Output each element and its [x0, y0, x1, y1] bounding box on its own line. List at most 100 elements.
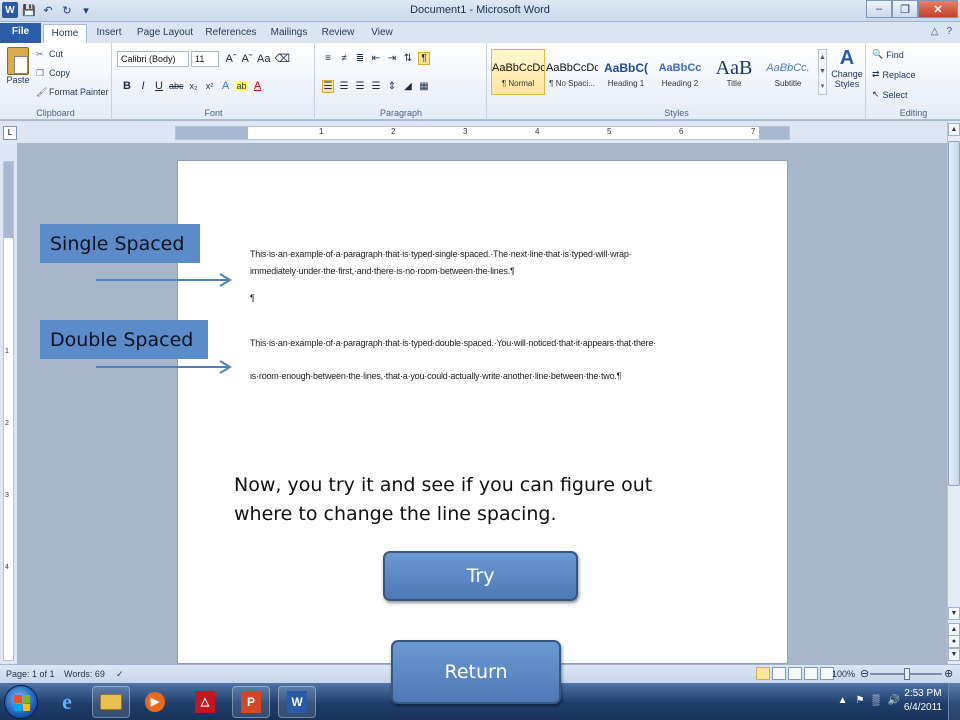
media-player-icon[interactable]: ▶	[136, 686, 174, 718]
italic-icon[interactable]: I	[137, 80, 149, 92]
select-button[interactable]: ↖ Select	[872, 89, 908, 100]
sort-icon[interactable]: ⇅	[402, 53, 414, 64]
zoom-level[interactable]: 100%	[832, 669, 855, 679]
font-family-select[interactable]: Calibri (Body)	[117, 51, 189, 67]
powerpoint-icon[interactable]: P	[232, 686, 270, 718]
tab-page-layout[interactable]: Page Layout	[132, 24, 198, 43]
bold-icon[interactable]: B	[121, 80, 133, 92]
tab-home[interactable]: Home	[43, 24, 87, 43]
copy-icon: ❐	[36, 68, 45, 78]
text-effects-icon[interactable]: A	[220, 80, 232, 92]
underline-icon[interactable]: U	[153, 80, 165, 92]
style-no-spacing[interactable]: AaBbCcDc ¶ No Spaci...	[545, 49, 599, 95]
word-count[interactable]: Words: 69	[64, 669, 105, 679]
cut-button[interactable]: ✂ Cut	[36, 49, 63, 59]
scroll-thumb[interactable]	[948, 141, 960, 486]
style-title[interactable]: AaB Title	[707, 49, 761, 95]
tab-mailings[interactable]: Mailings	[264, 24, 314, 43]
replace-button[interactable]: ⇄ Replace	[872, 69, 916, 80]
tab-review[interactable]: Review	[316, 24, 360, 43]
multilevel-list-icon[interactable]: ≣	[354, 53, 366, 64]
volume-icon[interactable]: 🔊	[888, 695, 900, 706]
superscript-icon[interactable]: x²	[204, 81, 216, 91]
vertical-ruler[interactable]: 1 2 3 4	[0, 143, 17, 664]
word-taskbar-icon[interactable]: W	[278, 686, 316, 718]
taskbar-clock[interactable]: 2:53 PM 6/4/2011	[904, 687, 942, 715]
change-styles-button[interactable]: A Change Styles	[830, 47, 864, 89]
horizontal-ruler[interactable]: 1 2 3 4 5 6 7	[175, 126, 790, 140]
font-color-icon[interactable]: A	[252, 80, 264, 92]
more-icon[interactable]: ▾	[821, 82, 825, 90]
scroll-up-button[interactable]: ▲	[948, 123, 960, 136]
zoom-slider-thumb[interactable]	[904, 668, 910, 680]
return-button[interactable]: Return	[391, 640, 561, 704]
ribbon-minimize-icon[interactable]: △	[931, 26, 939, 37]
decrease-indent-icon[interactable]: ⇤	[370, 53, 382, 64]
page-count[interactable]: Page: 1 of 1	[6, 669, 55, 679]
shrink-font-icon[interactable]: Aˇ	[241, 53, 253, 65]
strikethrough-icon[interactable]: abc	[169, 81, 184, 91]
tab-insert[interactable]: Insert	[88, 24, 130, 43]
action-center-icon[interactable]: ⚑	[855, 695, 864, 706]
internet-explorer-icon[interactable]: e	[48, 686, 86, 718]
window-controls: – ❐ ✕	[866, 0, 958, 18]
minimize-button[interactable]: –	[866, 0, 892, 18]
paste-button[interactable]: Paste	[4, 47, 32, 101]
print-layout-button[interactable]	[756, 667, 770, 680]
outline-button[interactable]	[804, 667, 818, 680]
justify-icon[interactable]: ☰	[370, 81, 382, 92]
style-heading-1[interactable]: AaBbC( Heading 1	[599, 49, 653, 95]
full-screen-reading-button[interactable]	[772, 667, 786, 680]
zoom-out-icon[interactable]: ⊖	[860, 667, 869, 680]
align-left-icon[interactable]: ☰	[322, 80, 334, 93]
bullets-icon[interactable]: ≡	[322, 53, 334, 64]
explorer-folder-icon[interactable]	[92, 686, 130, 718]
show-formatting-icon[interactable]: ¶	[418, 52, 430, 65]
start-button[interactable]	[4, 685, 38, 719]
tab-selector-button[interactable]: L	[3, 126, 17, 140]
style-gallery-scroll[interactable]: ▲ ▼ ▾	[818, 49, 827, 95]
numbering-icon[interactable]: ≠	[338, 53, 350, 64]
proofing-icon[interactable]: ✓	[116, 669, 124, 680]
paste-label: Paste	[6, 75, 30, 85]
font-size-select[interactable]: 11	[191, 51, 219, 67]
next-page-button[interactable]: ▼	[948, 648, 960, 661]
chevron-down-icon[interactable]: ▼	[819, 68, 826, 75]
borders-icon[interactable]: ▦	[418, 81, 430, 92]
style-subtitle[interactable]: AaBbCc. Subtitle	[761, 49, 815, 95]
close-button[interactable]: ✕	[918, 0, 958, 18]
clear-format-icon[interactable]: ⌫	[274, 52, 290, 65]
acrobat-icon[interactable]: △	[186, 686, 224, 718]
vertical-scrollbar[interactable]: ▲ ▼ ▲ ● ▼	[947, 121, 960, 664]
maximize-button[interactable]: ❐	[892, 0, 918, 18]
shading-icon[interactable]: ◢	[402, 81, 414, 92]
try-button[interactable]: Try	[383, 551, 578, 601]
style-preview: AaB	[715, 56, 753, 79]
format-painter-button[interactable]: 🖌 Format Painter	[36, 87, 109, 97]
subscript-icon[interactable]: x₂	[188, 81, 200, 91]
change-case-icon[interactable]: Aa	[257, 53, 270, 65]
copy-button[interactable]: ❐ Copy	[36, 68, 70, 78]
network-icon[interactable]: ▒	[872, 695, 879, 706]
tray-expand-icon[interactable]: ▲	[838, 695, 848, 706]
show-desktop-button[interactable]	[948, 683, 960, 720]
scroll-down-button[interactable]: ▼	[948, 607, 960, 620]
tab-file[interactable]: File	[0, 23, 41, 43]
align-right-icon[interactable]: ☰	[354, 81, 366, 92]
chevron-up-icon[interactable]: ▲	[819, 54, 826, 61]
find-button[interactable]: 🔍 Find	[872, 49, 904, 60]
tab-view[interactable]: View	[362, 24, 402, 43]
highlight-icon[interactable]: ab	[235, 81, 248, 91]
style-heading-2[interactable]: AaBbCc Heading 2	[653, 49, 707, 95]
tab-references[interactable]: References	[200, 24, 262, 43]
grow-font-icon[interactable]: Aˆ	[225, 53, 237, 65]
style-name: Heading 2	[661, 78, 699, 88]
line-spacing-icon[interactable]: ⇕	[386, 81, 398, 92]
web-layout-button[interactable]	[788, 667, 802, 680]
style-normal[interactable]: AaBbCcDc ¶ Normal	[491, 49, 545, 95]
zoom-in-icon[interactable]: ⊕	[944, 667, 953, 680]
browse-object-button[interactable]: ●	[948, 635, 960, 648]
help-icon[interactable]: ?	[946, 26, 952, 37]
align-center-icon[interactable]: ☰	[338, 81, 350, 92]
increase-indent-icon[interactable]: ⇥	[386, 53, 398, 64]
